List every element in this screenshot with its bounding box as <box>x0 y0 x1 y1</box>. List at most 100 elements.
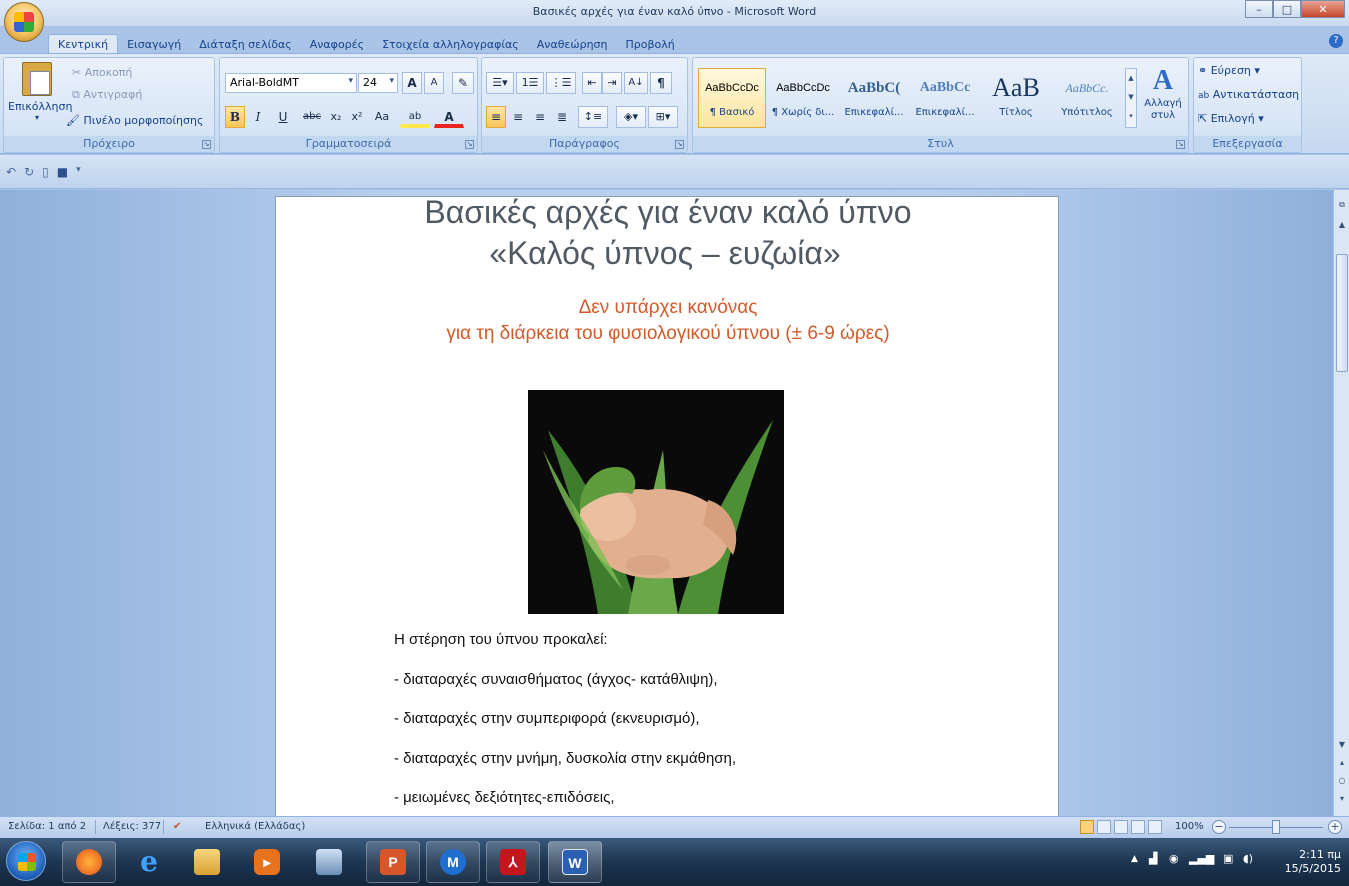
align-right-icon[interactable]: ≡ <box>530 106 550 128</box>
line-spacing-icon[interactable]: ↕≡ <box>578 106 608 128</box>
copy-button[interactable]: ⧉ Αντιγραφή <box>72 88 142 102</box>
style-heading-2[interactable]: AaBbCc Επικεφαλί... <box>911 68 979 128</box>
format-painter-button[interactable]: 🖌 Πινέλο μορφοποίησης <box>66 114 203 127</box>
volume-icon[interactable]: ◖) <box>1243 852 1253 865</box>
print-layout-view-icon[interactable] <box>1080 820 1094 834</box>
outline-view-icon[interactable] <box>1131 820 1145 834</box>
grow-font-button[interactable]: A <box>402 72 422 94</box>
redo-icon[interactable]: ↻ <box>24 165 34 179</box>
align-left-icon[interactable]: ≡ <box>486 106 506 128</box>
paste-button[interactable]: Επικόλληση ▾ <box>8 62 72 122</box>
superscript-button[interactable]: x² <box>347 106 367 128</box>
taskbar-powerpoint[interactable]: P <box>366 841 420 883</box>
vertical-scrollbar[interactable]: ⧉ ▲ ▼ ▴ ○ ▾ <box>1333 190 1349 816</box>
ruler-toggle-icon[interactable]: ⧉ <box>1336 198 1348 212</box>
font-size-select[interactable]: 24 <box>358 73 398 93</box>
malwarebytes-tray-icon[interactable]: ◉ <box>1169 852 1179 865</box>
change-case-button[interactable]: Aa <box>368 106 396 128</box>
cut-button[interactable]: ✂ Αποκοπή <box>72 66 132 79</box>
styles-scroll[interactable]: ▲ ▼ ▾ <box>1125 68 1137 128</box>
page-count[interactable]: Σελίδα: 1 από 2 <box>8 821 86 832</box>
start-button[interactable] <box>6 841 46 881</box>
font-name-select[interactable]: Arial-BoldMT <box>225 73 357 93</box>
help-icon[interactable]: ? <box>1329 34 1343 48</box>
dialog-launcher-icon[interactable]: ↘ <box>465 140 474 149</box>
style-heading-1[interactable]: AaBbC( Επικεφαλί... <box>840 68 908 128</box>
tab-page-layout[interactable]: Διάταξη σελίδας <box>190 35 301 54</box>
increase-indent-icon[interactable]: ⇥ <box>602 72 622 94</box>
tab-mailings[interactable]: Στοιχεία αλληλογραφίας <box>373 35 528 54</box>
taskbar-malwarebytes[interactable]: M <box>426 841 480 883</box>
show-hidden-icons-icon[interactable]: ▲ <box>1131 854 1138 864</box>
dialog-launcher-icon[interactable]: ↘ <box>1176 140 1185 149</box>
show-marks-button[interactable]: ¶ <box>650 72 672 94</box>
style-subtitle[interactable]: AaBbCc. Υπότιτλος <box>1053 68 1121 128</box>
taskbar-computer[interactable] <box>302 841 356 883</box>
style-title[interactable]: AaB Τίτλος <box>982 68 1050 128</box>
font-color-icon[interactable]: A <box>434 106 464 128</box>
multilevel-list-icon[interactable]: ⋮☰ <box>546 72 576 94</box>
dialog-launcher-icon[interactable]: ↘ <box>202 140 211 149</box>
network-tray-icon[interactable]: ▟ <box>1149 852 1157 865</box>
full-screen-view-icon[interactable] <box>1097 820 1111 834</box>
close-button[interactable]: ✕ <box>1301 0 1345 18</box>
power-icon[interactable]: ▣ <box>1223 852 1233 865</box>
style-no-spacing[interactable]: AaBbCcDc ¶ Χωρίς δι... <box>769 68 837 128</box>
undo-icon[interactable]: ↶ <box>6 165 16 179</box>
find-button[interactable]: ⚭ Εύρεση ▾ <box>1198 64 1260 77</box>
taskbar-media[interactable]: ▸ <box>240 841 294 883</box>
scroll-up-icon[interactable]: ▲ <box>1336 218 1348 232</box>
tab-insert[interactable]: Εισαγωγή <box>118 35 190 54</box>
minimize-button[interactable]: – <box>1245 0 1273 18</box>
strikethrough-button[interactable]: abc <box>300 106 324 128</box>
italic-button[interactable]: I <box>248 106 268 128</box>
previous-page-icon[interactable]: ▴ <box>1336 756 1348 770</box>
bullets-icon[interactable]: ☰▾ <box>486 72 514 94</box>
save-icon[interactable]: ■ <box>57 165 68 179</box>
word-count[interactable]: Λέξεις: 377 <box>103 821 161 832</box>
zoom-in-icon[interactable]: + <box>1328 820 1342 834</box>
signal-icon[interactable]: ▂▄▆ <box>1189 852 1214 865</box>
zoom-out-icon[interactable]: − <box>1212 820 1226 834</box>
draft-view-icon[interactable] <box>1148 820 1162 834</box>
maximize-button[interactable]: □ <box>1273 0 1301 18</box>
new-document-icon[interactable]: ▯ <box>42 165 49 179</box>
underline-button[interactable]: U <box>270 106 296 128</box>
proofing-icon[interactable]: ✔ <box>173 821 181 832</box>
replace-button[interactable]: ab Αντικατάσταση <box>1198 88 1299 101</box>
next-page-icon[interactable]: ▾ <box>1336 792 1348 806</box>
highlight-icon[interactable]: ab <box>400 106 430 128</box>
scroll-down-icon[interactable]: ▼ <box>1336 738 1348 752</box>
zoom-level[interactable]: 100% <box>1175 821 1204 832</box>
document-page[interactable]: Βασικές αρχές για έναν καλό ύπνο «Καλός … <box>275 194 1059 816</box>
shrink-font-button[interactable]: A <box>424 72 444 94</box>
style-normal[interactable]: AaBbCcDc ¶ Βασικό <box>698 68 766 128</box>
browse-object-icon[interactable]: ○ <box>1336 774 1348 788</box>
tab-review[interactable]: Αναθεώρηση <box>528 35 617 54</box>
office-button[interactable] <box>4 2 44 42</box>
taskbar-explorer[interactable] <box>180 841 234 883</box>
bold-button[interactable]: B <box>225 106 245 128</box>
clear-formatting-icon[interactable]: ✎ <box>452 72 474 94</box>
decrease-indent-icon[interactable]: ⇤ <box>582 72 602 94</box>
justify-icon[interactable]: ≣ <box>552 106 572 128</box>
shading-icon[interactable]: ◈▾ <box>616 106 646 128</box>
change-styles-button[interactable]: A Αλλαγή στυλ <box>1141 64 1185 122</box>
web-layout-view-icon[interactable] <box>1114 820 1128 834</box>
numbering-icon[interactable]: 1☰ <box>516 72 544 94</box>
language-indicator[interactable]: Ελληνικά (Ελλάδας) <box>205 821 305 832</box>
customize-toolbar-icon[interactable]: ▾ <box>76 165 81 179</box>
taskbar-ie[interactable]: e <box>122 841 176 883</box>
select-button[interactable]: ⇱ Επιλογή ▾ <box>1198 112 1264 125</box>
tab-home[interactable]: Κεντρική <box>48 34 119 54</box>
align-center-icon[interactable]: ≡ <box>508 106 528 128</box>
dialog-launcher-icon[interactable]: ↘ <box>675 140 684 149</box>
taskbar-word[interactable]: W <box>548 841 602 883</box>
clock[interactable]: 2:11 πμ 15/5/2015 <box>1281 848 1341 876</box>
scroll-thumb[interactable] <box>1336 254 1348 372</box>
taskbar-acrobat[interactable]: ⅄ <box>486 841 540 883</box>
subscript-button[interactable]: x₂ <box>326 106 346 128</box>
sleeping-baby-image[interactable] <box>528 390 784 614</box>
tab-references[interactable]: Αναφορές <box>301 35 373 54</box>
sort-button[interactable]: A↓ <box>624 72 648 94</box>
